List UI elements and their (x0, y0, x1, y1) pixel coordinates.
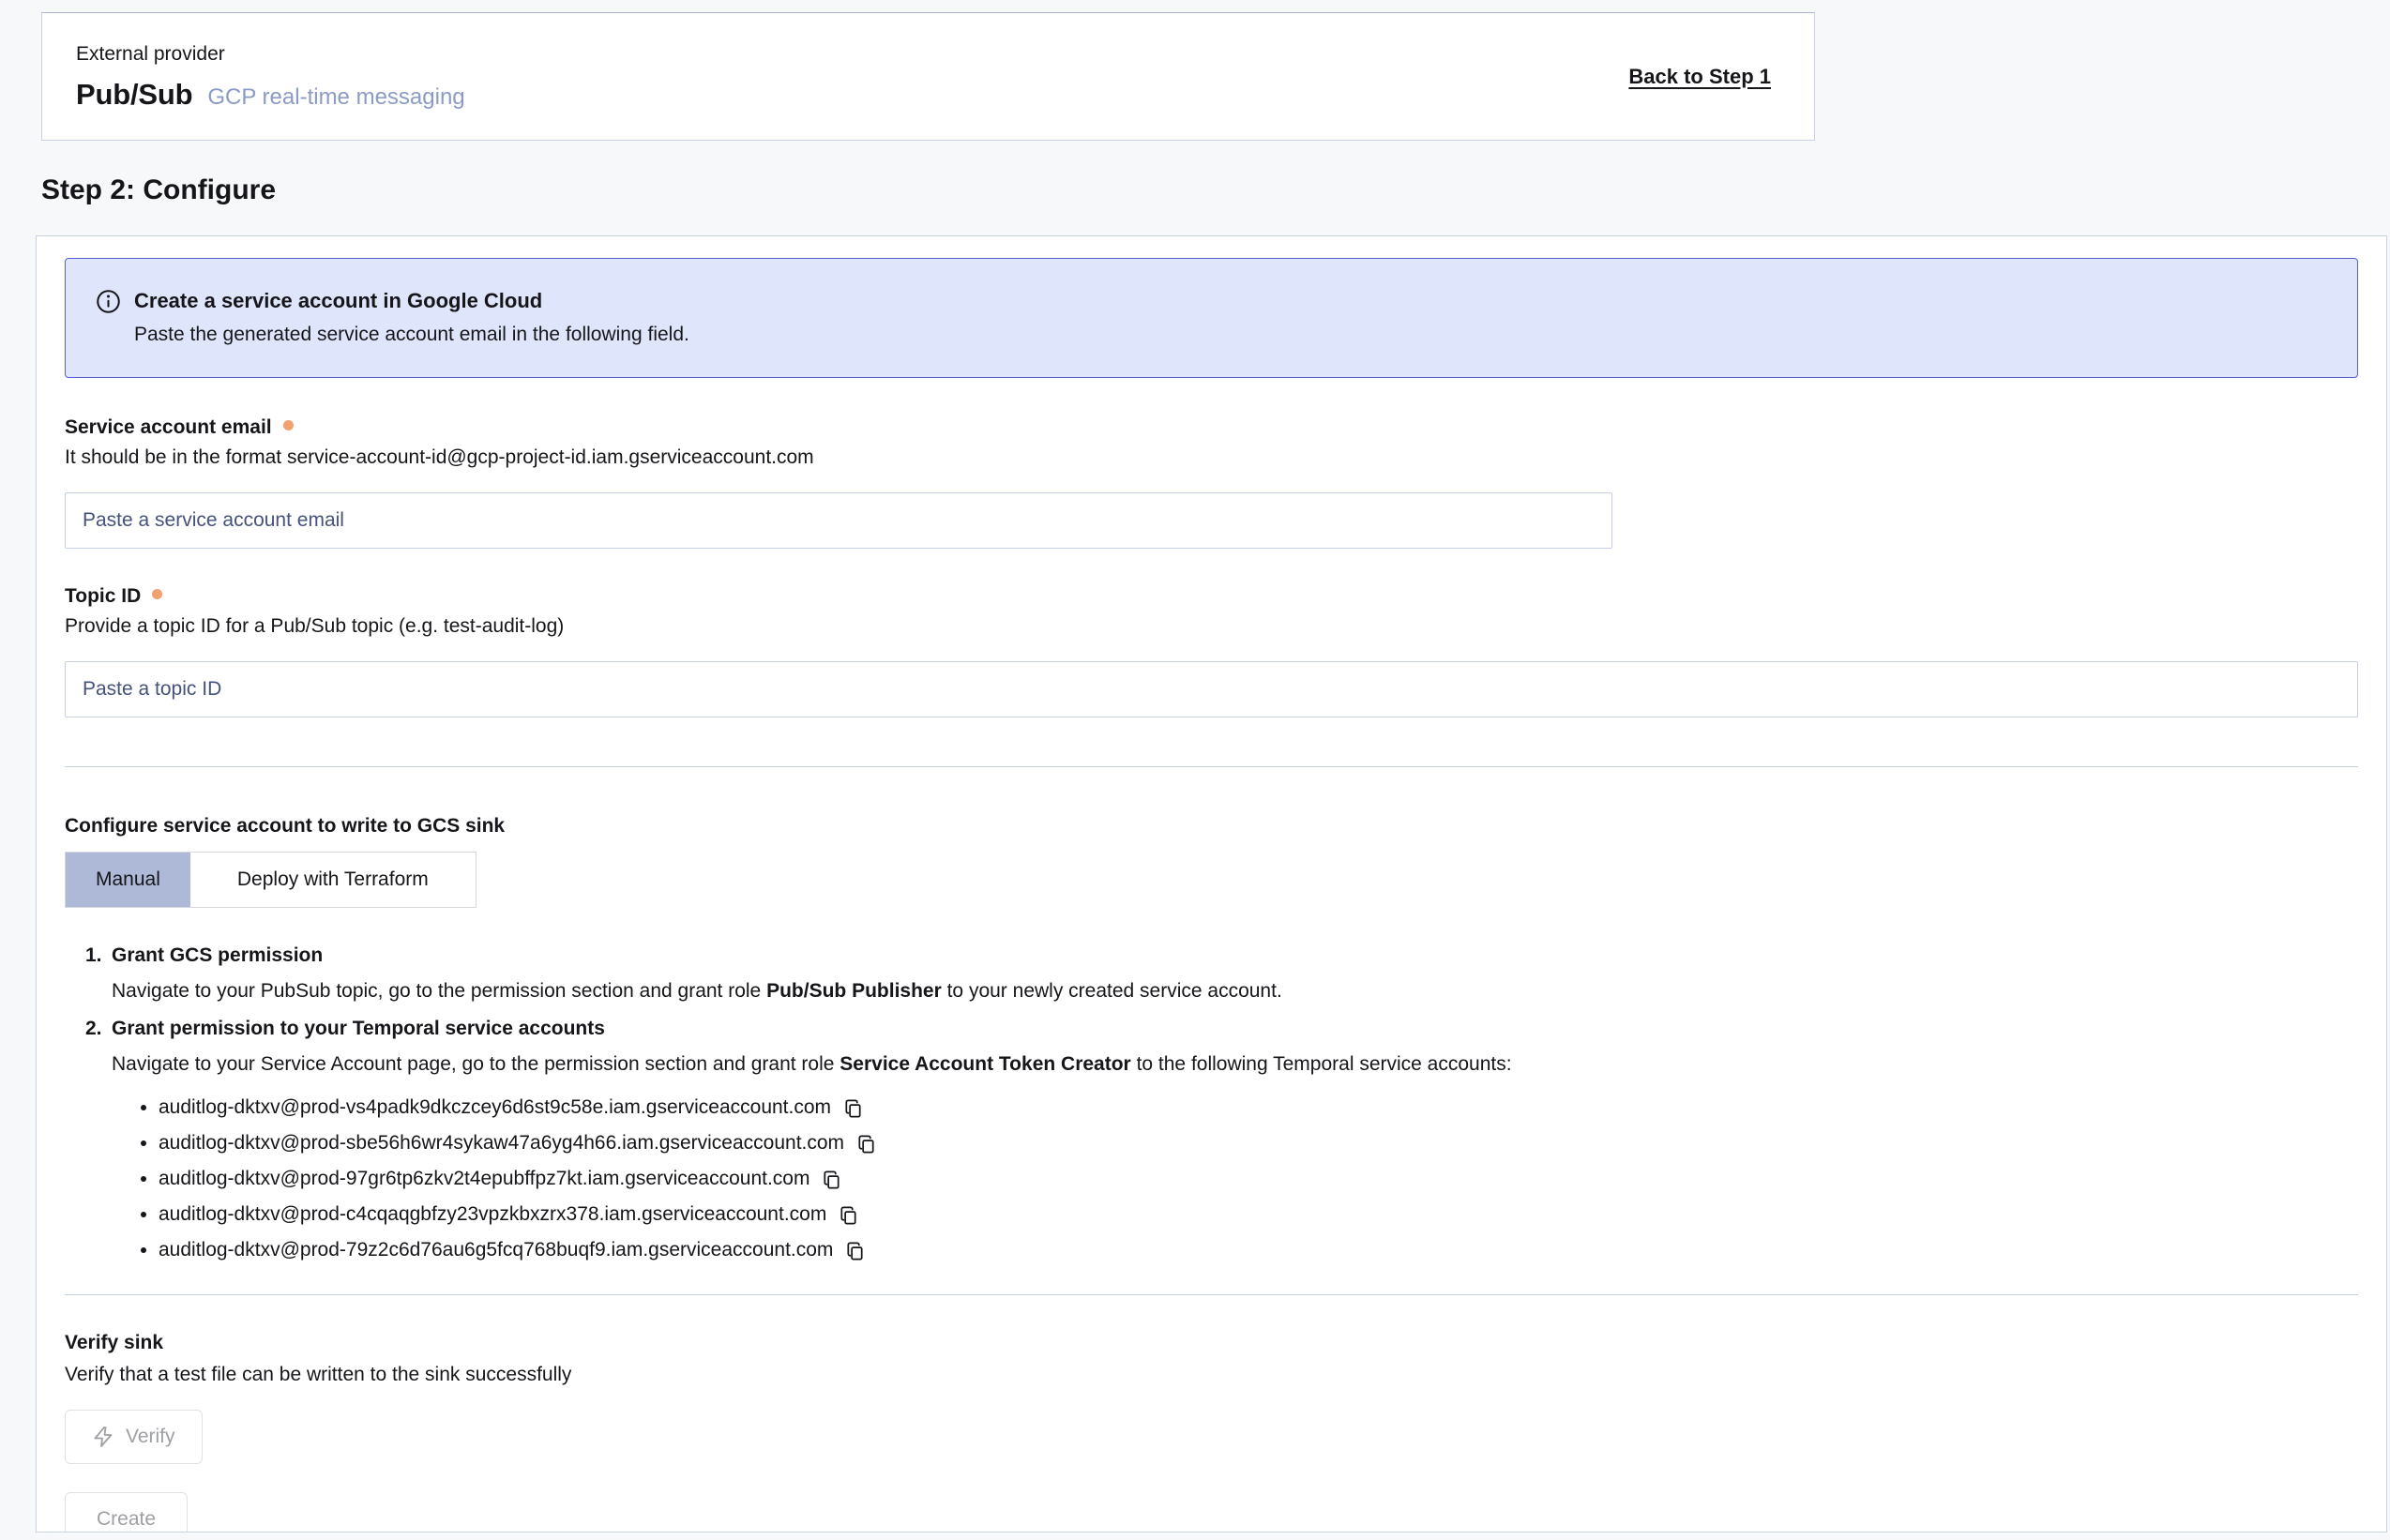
step-number: 2. (85, 1015, 112, 1043)
step-number: 1. (85, 942, 112, 970)
provider-eyebrow: External provider (76, 42, 465, 67)
step-title: Grant permission to your Temporal servic… (112, 1015, 605, 1043)
service-account-email-helper: It should be in the format service-accou… (65, 445, 2358, 470)
service-account-item: auditlog-dktxv@prod-vs4padk9dkczcey6d6st… (159, 1090, 2358, 1125)
provider-subtitle: GCP real-time messaging (207, 84, 464, 111)
required-dot (283, 420, 294, 430)
service-account-email: auditlog-dktxv@prod-97gr6tp6zkv2t4epubff… (159, 1161, 809, 1197)
tab-manual[interactable]: Manual (66, 853, 190, 907)
info-banner-title: Create a service account in Google Cloud (134, 287, 689, 315)
service-account-list: auditlog-dktxv@prod-vs4padk9dkczcey6d6st… (159, 1090, 2358, 1268)
service-account-email-label: Service account email (65, 415, 272, 440)
service-account-email-input[interactable] (65, 492, 1612, 549)
step-body-text: to your newly created service account. (942, 980, 1282, 1002)
tab-deploy-terraform[interactable]: Deploy with Terraform (190, 853, 476, 907)
service-account-email-group: Service account email It should be in th… (65, 415, 2358, 549)
lightning-icon (92, 1426, 114, 1448)
service-account-email: auditlog-dktxv@prod-vs4padk9dkczcey6d6st… (159, 1090, 831, 1125)
service-account-email: auditlog-dktxv@prod-79z2c6d76au6g5fcq768… (159, 1232, 833, 1268)
step-body-text: to the following Temporal service accoun… (1131, 1053, 1512, 1075)
step-title: Grant GCS permission (112, 942, 323, 970)
topic-id-group: Topic ID Provide a topic ID for a Pub/Su… (65, 584, 2358, 717)
copy-button[interactable] (855, 1133, 877, 1155)
create-button-label: Create (97, 1508, 156, 1531)
create-button[interactable]: Create (65, 1492, 188, 1532)
required-dot (152, 589, 162, 599)
verify-button-label: Verify (126, 1426, 175, 1448)
step-grant-temporal-permission: 2. Grant permission to your Temporal ser… (85, 1015, 2358, 1268)
copy-icon (855, 1133, 877, 1155)
copy-button[interactable] (838, 1204, 859, 1226)
verify-sink-description: Verify that a test file can be written t… (65, 1361, 2358, 1389)
service-account-item: auditlog-dktxv@prod-97gr6tp6zkv2t4epubff… (159, 1161, 2358, 1197)
service-account-email: auditlog-dktxv@prod-c4cqaqgbfzy23vpzkbxz… (159, 1197, 826, 1232)
step-grant-gcs-permission: 1. Grant GCS permission Navigate to your… (85, 942, 2358, 1005)
section-divider (65, 1294, 2358, 1295)
configure-card: Create a service account in Google Cloud… (36, 235, 2387, 1532)
provider-info: External provider Pub/Sub GCP real-time … (76, 42, 465, 112)
step-body: Navigate to your Service Account page, g… (112, 1050, 2358, 1079)
copy-icon (838, 1204, 859, 1226)
topic-id-input[interactable] (65, 661, 2358, 717)
info-icon (96, 289, 121, 314)
instruction-steps: 1. Grant GCS permission Navigate to your… (85, 942, 2358, 1268)
copy-icon (844, 1240, 866, 1261)
sink-config-title: Configure service account to write to GC… (65, 814, 2358, 838)
role-name: Service Account Token Creator (840, 1053, 1130, 1075)
verify-sink-title: Verify sink (65, 1329, 2358, 1357)
provider-name: Pub/Sub (76, 78, 192, 112)
service-account-item: auditlog-dktxv@prod-79z2c6d76au6g5fcq768… (159, 1232, 2358, 1268)
step-body-text: Navigate to your PubSub topic, go to the… (112, 980, 766, 1002)
copy-button[interactable] (842, 1097, 864, 1119)
page-title: Step 2: Configure (41, 174, 2390, 206)
topic-id-helper: Provide a topic ID for a Pub/Sub topic (… (65, 614, 2358, 639)
back-to-step1-link[interactable]: Back to Step 1 (1628, 65, 1771, 89)
step-body: Navigate to your PubSub topic, go to the… (112, 977, 2358, 1005)
info-banner-description: Paste the generated service account emai… (134, 321, 689, 349)
role-name: Pub/Sub Publisher (766, 980, 942, 1002)
copy-icon (842, 1097, 864, 1119)
provider-header-card: External provider Pub/Sub GCP real-time … (41, 12, 1815, 141)
copy-icon (821, 1169, 842, 1190)
service-account-item: auditlog-dktxv@prod-c4cqaqgbfzy23vpzkbxz… (159, 1197, 2358, 1232)
verify-button[interactable]: Verify (65, 1410, 203, 1464)
copy-button[interactable] (844, 1240, 866, 1261)
sink-config-tabs: Manual Deploy with Terraform (65, 852, 476, 908)
service-account-item: auditlog-dktxv@prod-sbe56h6wr4sykaw47a6y… (159, 1125, 2358, 1161)
topic-id-label: Topic ID (65, 584, 141, 609)
section-divider (65, 766, 2358, 767)
copy-button[interactable] (821, 1169, 842, 1190)
service-account-email: auditlog-dktxv@prod-sbe56h6wr4sykaw47a6y… (159, 1125, 844, 1161)
info-banner: Create a service account in Google Cloud… (65, 258, 2358, 378)
step-body-text: Navigate to your Service Account page, g… (112, 1053, 840, 1075)
